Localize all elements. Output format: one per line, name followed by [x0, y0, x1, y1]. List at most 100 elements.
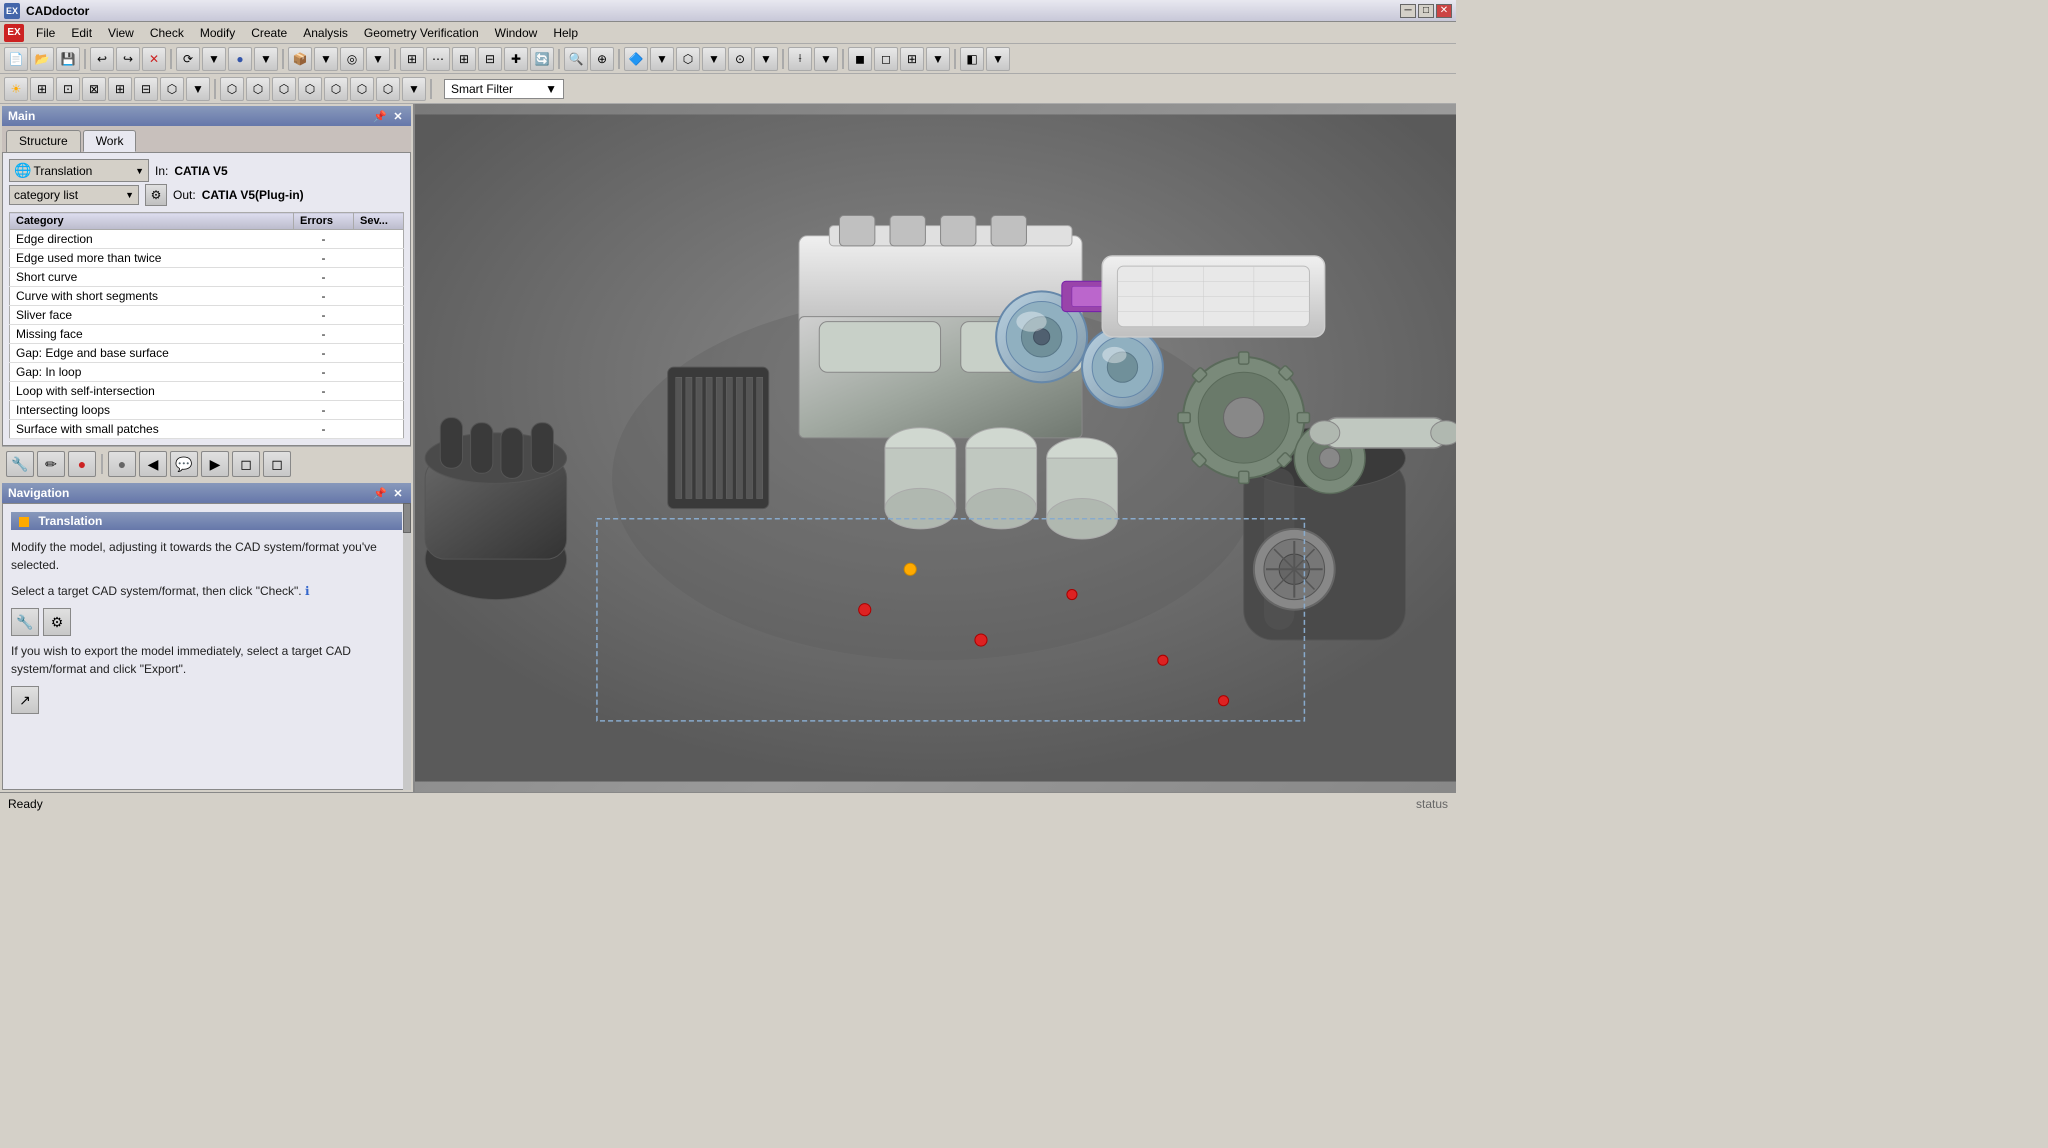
menu-geometry-verification[interactable]: Geometry Verification [356, 24, 487, 42]
hex-dropdown[interactable]: ▼ [702, 47, 726, 71]
table-row[interactable]: Edge used more than twice - [10, 249, 404, 268]
title-bar-controls[interactable]: ─ □ ✕ [1400, 4, 1452, 18]
undo-button[interactable]: ↩ [90, 47, 114, 71]
pencil-button[interactable]: ✏ [37, 451, 65, 477]
tb2-sq-button[interactable]: ⊡ [56, 77, 80, 101]
prev-button[interactable]: ◀ [139, 451, 167, 477]
grid2-button[interactable]: ⊞ [452, 47, 476, 71]
nav-scrollbar[interactable] [403, 503, 411, 790]
tab-structure[interactable]: Structure [6, 130, 81, 152]
display-dropdown[interactable]: ▼ [986, 47, 1010, 71]
tb2-hex5-button[interactable]: ⬡ [298, 77, 322, 101]
view1-button[interactable]: ◼ [848, 47, 872, 71]
table-row[interactable]: Intersecting loops - [10, 401, 404, 420]
menu-create[interactable]: Create [243, 24, 295, 42]
next-button[interactable]: ▶ [201, 451, 229, 477]
tb2-hex6-button[interactable]: ⬡ [324, 77, 348, 101]
display-button[interactable]: ◧ [960, 47, 984, 71]
dots-button[interactable]: ⋯ [426, 47, 450, 71]
nav-wrench-btn[interactable]: 🔧 [11, 608, 39, 636]
settings-button[interactable]: ⚙ [145, 184, 167, 206]
tb2-hex7-button[interactable]: ⬡ [350, 77, 374, 101]
table-row[interactable]: Gap: Edge and base surface - [10, 344, 404, 363]
menu-file[interactable]: File [28, 24, 63, 42]
close-button[interactable]: ✕ [1436, 4, 1452, 18]
axes-button[interactable]: ⟊ [788, 47, 812, 71]
smart-filter-dropdown[interactable]: Smart Filter ▼ [444, 79, 564, 99]
tb2-last-dd-button[interactable]: ▼ [402, 77, 426, 101]
table-row[interactable]: Edge direction - [10, 230, 404, 249]
table-row[interactable]: Curve with short segments - [10, 287, 404, 306]
circle2-button[interactable]: ◎ [340, 47, 364, 71]
nav-close-icon[interactable]: ✕ [391, 486, 405, 500]
wrench-button[interactable]: 🔧 [6, 451, 34, 477]
nav-gear-btn[interactable]: ⚙ [43, 608, 71, 636]
dot-button[interactable]: ⊙ [728, 47, 752, 71]
save-button[interactable]: 💾 [56, 47, 80, 71]
menu-edit[interactable]: Edit [63, 24, 100, 42]
menu-check[interactable]: Check [142, 24, 192, 42]
tb2-hex4-button[interactable]: ⬡ [272, 77, 296, 101]
menu-analysis[interactable]: Analysis [295, 24, 356, 42]
red-dot-button[interactable]: ● [68, 451, 96, 477]
shape-button[interactable]: 🔷 [624, 47, 648, 71]
clear2-button[interactable]: ◻ [263, 451, 291, 477]
delete-button[interactable]: ✕ [142, 47, 166, 71]
nav-scrollbar-thumb[interactable] [403, 503, 411, 533]
table-row[interactable]: Sliver face - [10, 306, 404, 325]
tb2-minus-button[interactable]: ⊟ [134, 77, 158, 101]
category-dropdown[interactable]: category list ▼ [9, 185, 139, 205]
rotate-button[interactable]: 🔄 [530, 47, 554, 71]
view3-button[interactable]: ⊞ [900, 47, 924, 71]
table-row[interactable]: Loop with self-intersection - [10, 382, 404, 401]
zoom-button[interactable]: 🔍 [564, 47, 588, 71]
table-row[interactable]: Short curve - [10, 268, 404, 287]
box-dropdown[interactable]: ▼ [314, 47, 338, 71]
nav-export-btn[interactable]: ↗ [11, 686, 39, 714]
circle2-dropdown[interactable]: ▼ [366, 47, 390, 71]
minus-button[interactable]: ⊟ [478, 47, 502, 71]
redo-button[interactable]: ↪ [116, 47, 140, 71]
view2-button[interactable]: ◻ [874, 47, 898, 71]
table-row[interactable]: Gap: In loop - [10, 363, 404, 382]
box-button[interactable]: 📦 [288, 47, 312, 71]
zoom2-button[interactable]: ⊕ [590, 47, 614, 71]
menu-window[interactable]: Window [487, 24, 546, 42]
comment-button[interactable]: 💬 [170, 451, 198, 477]
tb2-hex-dd-button[interactable]: ▼ [186, 77, 210, 101]
reload-dropdown[interactable]: ▼ [202, 47, 226, 71]
menu-view[interactable]: View [100, 24, 142, 42]
clear-button[interactable]: ◻ [232, 451, 260, 477]
open-button[interactable]: 📂 [30, 47, 54, 71]
tab-work[interactable]: Work [83, 130, 137, 152]
tb2-hex-button[interactable]: ⬡ [160, 77, 184, 101]
circle-button[interactable]: ● [228, 47, 252, 71]
circle-button[interactable]: ● [108, 451, 136, 477]
plus-button[interactable]: ✚ [504, 47, 528, 71]
reset-button[interactable]: ⟳ [176, 47, 200, 71]
maximize-button[interactable]: □ [1418, 4, 1434, 18]
filter-dropdown[interactable]: ▼ [254, 47, 278, 71]
nav-pin-icon[interactable]: 📌 [373, 486, 387, 500]
pin-icon[interactable]: 📌 [373, 109, 387, 123]
tb2-hex2-button[interactable]: ⬡ [220, 77, 244, 101]
minimize-button[interactable]: ─ [1400, 4, 1416, 18]
tb2-grid2-button[interactable]: ⊞ [108, 77, 132, 101]
tb2-x-button[interactable]: ⊠ [82, 77, 106, 101]
viewport[interactable]: Y X Z [415, 104, 1456, 792]
grid-button[interactable]: ⊞ [400, 47, 424, 71]
shape-dropdown[interactable]: ▼ [650, 47, 674, 71]
tb2-grid-button[interactable]: ⊞ [30, 77, 54, 101]
translation-dropdown[interactable]: 🌐 Translation ▼ [9, 159, 149, 182]
tb2-hex8-button[interactable]: ⬡ [376, 77, 400, 101]
view4-dropdown[interactable]: ▼ [926, 47, 950, 71]
menu-help[interactable]: Help [545, 24, 586, 42]
tb2-sun-button[interactable]: ☀ [4, 77, 28, 101]
menu-modify[interactable]: Modify [192, 24, 243, 42]
tb2-hex3-button[interactable]: ⬡ [246, 77, 270, 101]
new-button[interactable]: 📄 [4, 47, 28, 71]
table-row[interactable]: Missing face - [10, 325, 404, 344]
axes-dropdown[interactable]: ▼ [814, 47, 838, 71]
table-row[interactable]: Surface with small patches - [10, 420, 404, 439]
close-panel-icon[interactable]: ✕ [391, 109, 405, 123]
